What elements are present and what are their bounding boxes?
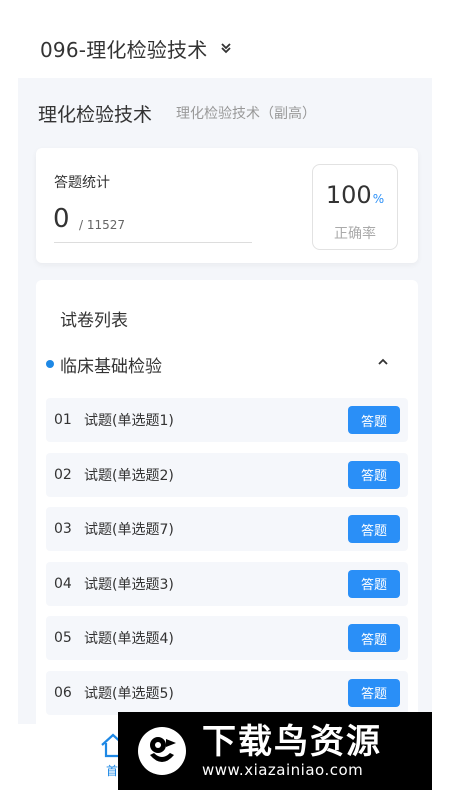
answer-button[interactable]: 答题 xyxy=(348,678,400,707)
question-row[interactable]: 02 试题(单选题2) 答题 xyxy=(46,452,408,497)
paper-list-title: 试卷列表 xyxy=(60,311,128,331)
question-row[interactable]: 04 试题(单选题3) 答题 xyxy=(46,561,408,606)
answer-button[interactable]: 答题 xyxy=(348,624,400,653)
nav-home-label[interactable]: 首 xyxy=(106,762,118,779)
section-header[interactable]: 临床基础检验 xyxy=(46,352,406,377)
stats-label: 答题统计 xyxy=(54,175,110,191)
accuracy-box: 100% 正确率 xyxy=(312,164,398,250)
stats-underline xyxy=(54,242,252,243)
question-name: 试题(单选题5) xyxy=(84,685,174,702)
answer-button[interactable]: 答题 xyxy=(348,515,400,544)
question-name: 试题(单选题2) xyxy=(84,467,174,484)
question-name: 试题(单选题7) xyxy=(84,522,174,539)
question-number: 01 xyxy=(54,412,72,428)
question-row[interactable]: 06 试题(单选题5) 答题 xyxy=(46,670,408,715)
app-frame: 096-理化检验技术 理化检验技术 理化检验技术（副高） 答题统计 0 / 11… xyxy=(18,18,432,800)
subject-subtitle: 理化检验技术（副高） xyxy=(176,106,317,122)
question-number: 06 xyxy=(54,684,72,701)
chevron-up-icon[interactable] xyxy=(376,355,390,369)
subject-name: 理化检验技术 xyxy=(38,103,153,126)
answer-button[interactable]: 答题 xyxy=(348,569,400,598)
watermark-url: www.xiazainiao.com xyxy=(202,761,364,779)
question-name: 试题(单选题4) xyxy=(84,631,174,648)
question-name: 试题(单选题3) xyxy=(84,576,174,593)
accuracy-unit: % xyxy=(372,192,385,206)
question-number: 03 xyxy=(54,521,72,538)
accuracy-label: 正确率 xyxy=(334,226,376,242)
question-row[interactable]: 03 试题(单选题7) 答题 xyxy=(46,507,408,552)
question-number: 02 xyxy=(54,466,72,483)
question-list: 01 试题(单选题1) 答题 02 试题(单选题2) 答题 03 试题(单选题7… xyxy=(46,398,408,726)
accuracy-value: 100% xyxy=(313,181,397,209)
section-dot xyxy=(46,360,54,368)
top-bar: 096-理化检验技术 xyxy=(18,18,432,78)
answer-button[interactable]: 答题 xyxy=(348,406,400,434)
watermark-banner: 下载鸟资源 www.xiazainiao.com xyxy=(118,712,432,790)
answer-button[interactable]: 答题 xyxy=(348,460,400,489)
course-selector-title[interactable]: 096-理化检验技术 xyxy=(40,34,207,63)
question-number: 05 xyxy=(54,630,72,647)
answered-count: 0 xyxy=(53,204,70,234)
double-chevron-down-icon[interactable] xyxy=(219,41,233,55)
bird-logo-icon xyxy=(138,727,186,775)
question-row[interactable]: 01 试题(单选题1) 答题 xyxy=(46,398,408,442)
subject-header: 理化检验技术 理化检验技术（副高） xyxy=(18,78,432,148)
stats-card: 答题统计 0 / 11527 100% 正确率 xyxy=(36,148,418,263)
question-name: 试题(单选题1) xyxy=(84,413,174,429)
watermark-brand: 下载鸟资源 xyxy=(202,722,382,762)
section-name: 临床基础检验 xyxy=(60,356,162,377)
accuracy-number: 100 xyxy=(325,181,372,209)
total-count: / 11527 xyxy=(79,218,126,232)
question-row[interactable]: 05 试题(单选题4) 答题 xyxy=(46,616,408,661)
question-number: 04 xyxy=(54,575,72,592)
